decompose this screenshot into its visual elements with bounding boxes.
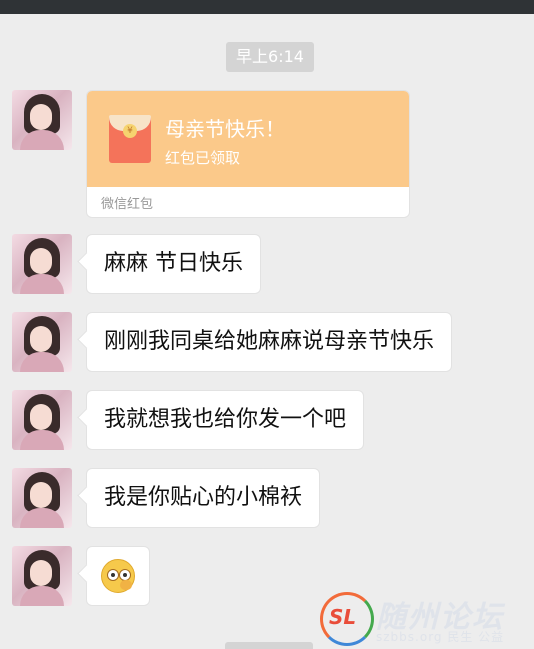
bottom-timestamp-partial [225,642,313,649]
coin-icon: ¥ [123,124,137,138]
sender-avatar[interactable] [12,468,72,528]
sender-avatar[interactable] [12,546,72,606]
red-envelope-icon: ¥ [109,115,151,163]
red-packet-header: ¥ 母亲节快乐！ 红包已领取 [87,91,409,187]
status-bar [0,0,534,14]
emoji-message-bubble[interactable] [86,546,150,606]
red-packet-title: 母亲节快乐！ [165,117,285,141]
forum-logo-icon: SL [320,592,374,646]
red-packet-card[interactable]: ¥ 母亲节快乐！ 红包已领取 微信红包 [86,90,410,218]
message-bubble[interactable]: 麻麻 节日快乐 [86,234,261,294]
sender-avatar[interactable] [12,312,72,372]
message-bubble[interactable]: 刚刚我同桌给她麻麻说母亲节快乐 [86,312,453,372]
timestamp-badge: 早上6:14 [226,42,314,72]
blushing-emoji-icon [101,559,135,593]
sender-avatar[interactable] [12,234,72,294]
watermark-subtitle: szbbs.org 民生 公益 [376,630,505,644]
red-packet-status: 红包已领取 [165,149,241,167]
message-bubble[interactable]: 我就想我也给你发一个吧 [86,390,365,450]
red-packet-label: 微信红包 [101,197,154,212]
message-bubble[interactable]: 我是你贴心的小棉袄 [86,468,321,528]
sender-avatar[interactable] [12,90,72,150]
forum-watermark: SL 随州论坛 szbbs.org 民生 公益 [318,590,534,649]
sender-avatar[interactable] [12,390,72,450]
